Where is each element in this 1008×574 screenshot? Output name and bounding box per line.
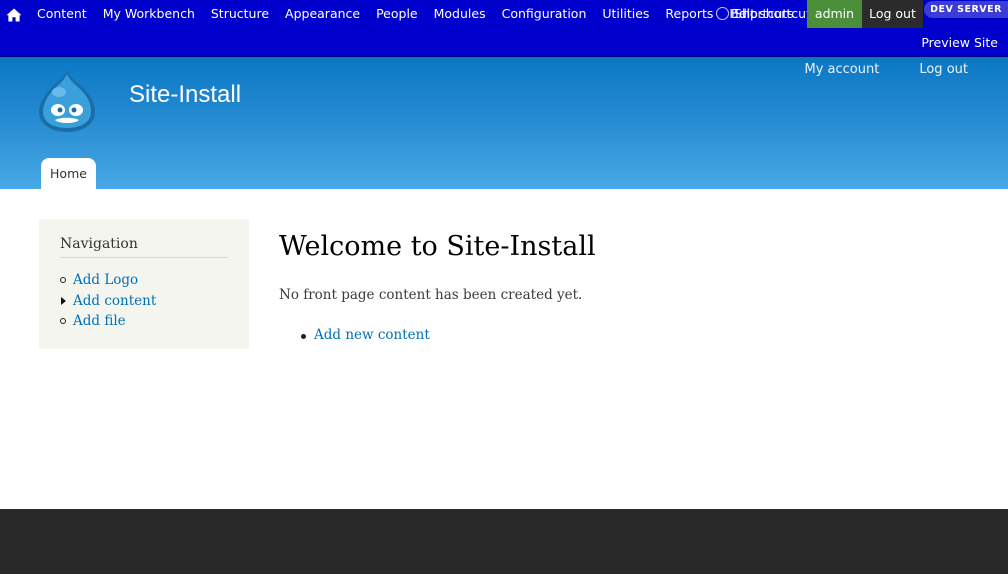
tab-home[interactable]: Home bbox=[41, 158, 96, 189]
dev-server-badge: DEV SERVER bbox=[924, 1, 1008, 18]
toolbar-menu-row: Content My Workbench Structure Appearanc… bbox=[0, 0, 1008, 28]
toolbar-item-appearance[interactable]: Appearance bbox=[277, 0, 368, 28]
drupal-logo-icon[interactable] bbox=[37, 68, 97, 134]
toolbar-item-my-workbench[interactable]: My Workbench bbox=[95, 0, 203, 28]
add-new-content-link[interactable]: Add new content bbox=[314, 327, 430, 343]
nav-item-add-logo: Add Logo bbox=[60, 270, 156, 291]
footer bbox=[0, 509, 1008, 574]
page-title: Welcome to Site-Install bbox=[279, 231, 596, 262]
toolbar-menu: Content My Workbench Structure Appearanc… bbox=[29, 0, 766, 28]
shortcuts-label: Shortcuts bbox=[734, 6, 794, 21]
bullet-icon bbox=[301, 334, 306, 339]
secondary-menu: My account Log out bbox=[805, 61, 1008, 79]
open-bullet-icon bbox=[60, 277, 66, 283]
toolbar-item-structure[interactable]: Structure bbox=[203, 0, 277, 28]
toolbar-item-reports[interactable]: Reports bbox=[657, 0, 721, 28]
site-name[interactable]: Site-Install bbox=[129, 81, 241, 109]
intro-text: No front page content has been created y… bbox=[279, 287, 583, 303]
logout-link[interactable]: Log out bbox=[919, 61, 968, 79]
site-header: Site-Install My account Log out Home bbox=[0, 57, 1008, 189]
user-account-link[interactable]: admin bbox=[807, 0, 862, 28]
toolbar-logout-link[interactable]: Log out bbox=[862, 0, 923, 28]
preview-site-link[interactable]: Preview Site bbox=[921, 29, 998, 56]
admin-toolbar: Content My Workbench Structure Appearanc… bbox=[0, 0, 1008, 57]
toolbar-item-configuration[interactable]: Configuration bbox=[494, 0, 595, 28]
toolbar-item-content[interactable]: Content bbox=[29, 0, 95, 28]
navigation-block: Navigation Add Logo Add content Add file bbox=[39, 219, 249, 349]
toolbar-item-utilities[interactable]: Utilities bbox=[594, 0, 657, 28]
nav-item-add-file: Add file bbox=[60, 311, 156, 332]
content-actions: Add new content bbox=[301, 327, 430, 343]
add-file-link[interactable]: Add file bbox=[73, 313, 126, 329]
edit-shortcuts-link[interactable]: Edit shortcuts Shortcuts bbox=[716, 0, 818, 28]
add-logo-link[interactable]: Add Logo bbox=[73, 272, 138, 288]
toolbar-item-people[interactable]: People bbox=[368, 0, 426, 28]
navigation-title: Navigation bbox=[60, 236, 228, 258]
toolbar-item-modules[interactable]: Modules bbox=[426, 0, 494, 28]
action-item: Add new content bbox=[301, 327, 430, 343]
navigation-menu: Add Logo Add content Add file bbox=[60, 270, 156, 332]
open-bullet-icon bbox=[60, 318, 66, 324]
shortcut-toggle-icon bbox=[716, 7, 729, 20]
add-content-link[interactable]: Add content bbox=[73, 293, 156, 309]
collapsed-arrow-icon bbox=[61, 296, 66, 305]
home-icon[interactable] bbox=[6, 7, 22, 22]
nav-item-add-content: Add content bbox=[60, 291, 156, 312]
my-account-link[interactable]: My account bbox=[805, 61, 880, 79]
